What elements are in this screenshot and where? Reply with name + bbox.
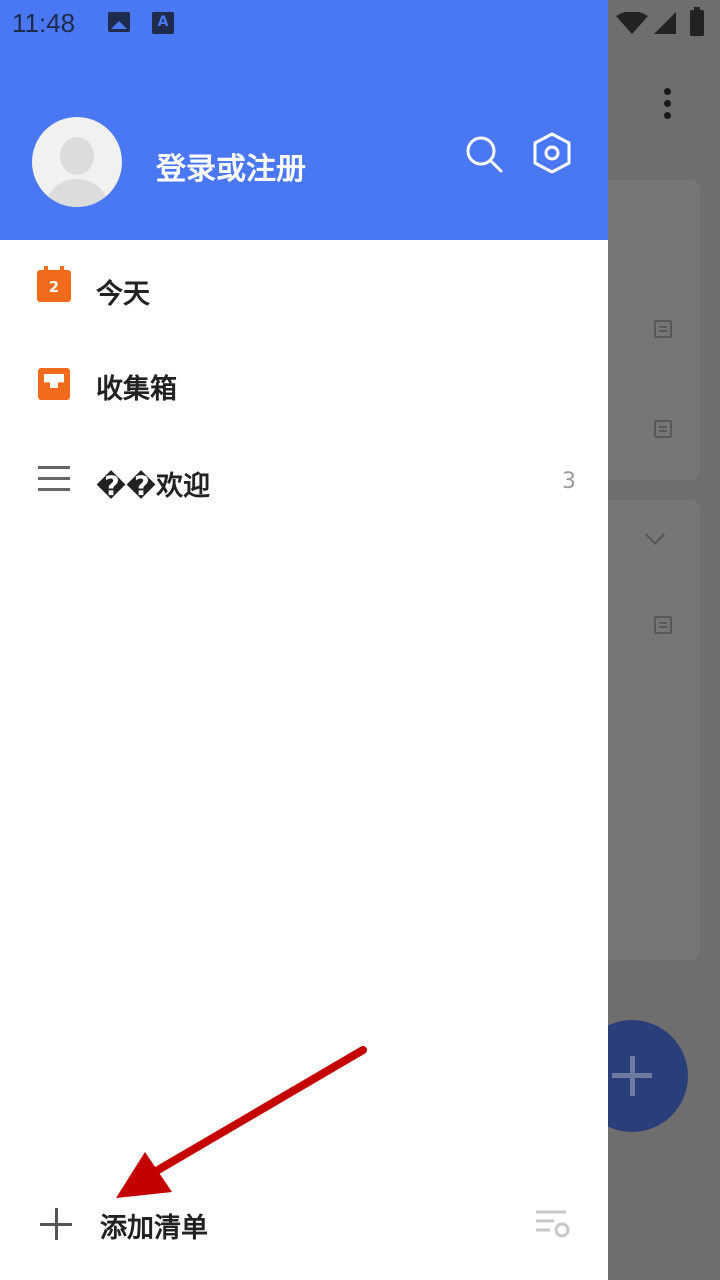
wifi-icon: [616, 12, 648, 34]
battery-icon: [690, 7, 704, 36]
navigation-drawer: 登录或注册 2 今天 收集箱 ��欢迎 3 添加清单: [0, 0, 608, 1280]
font-notification-icon: A: [152, 12, 174, 34]
nav-item-welcome[interactable]: ��欢迎 3: [0, 442, 608, 522]
add-icon[interactable]: [40, 1208, 72, 1240]
settings-icon[interactable]: [532, 132, 572, 174]
avatar-head: [60, 137, 94, 175]
nav-item-label: 收集箱: [96, 374, 177, 405]
calendar-today-icon: 2: [37, 266, 71, 302]
inbox-icon: [38, 368, 70, 400]
list-icon: [38, 466, 70, 492]
avatar[interactable]: [32, 117, 122, 207]
item-count: 3: [562, 469, 576, 494]
nav-item-today[interactable]: 2 今天: [0, 250, 608, 330]
status-bar: 11:48 A: [0, 0, 720, 48]
signal-icon: [654, 12, 676, 34]
avatar-body: [44, 179, 110, 207]
login-register-link[interactable]: 登录或注册: [156, 144, 306, 188]
status-time: 11:48: [12, 8, 76, 38]
image-notification-icon: [108, 12, 130, 32]
nav-item-label: 今天: [96, 279, 150, 310]
note-icon: [654, 616, 672, 634]
nav-item-label: ��欢迎: [96, 471, 211, 502]
note-icon: [654, 420, 672, 438]
search-icon[interactable]: [464, 134, 504, 174]
nav-item-inbox[interactable]: 收集箱: [0, 345, 608, 425]
manage-lists-icon[interactable]: [534, 1208, 570, 1240]
note-icon: [654, 320, 672, 338]
add-list-button[interactable]: 添加清单: [100, 1206, 208, 1245]
chevron-down-icon: [645, 525, 665, 545]
overflow-menu-icon: [664, 88, 672, 124]
